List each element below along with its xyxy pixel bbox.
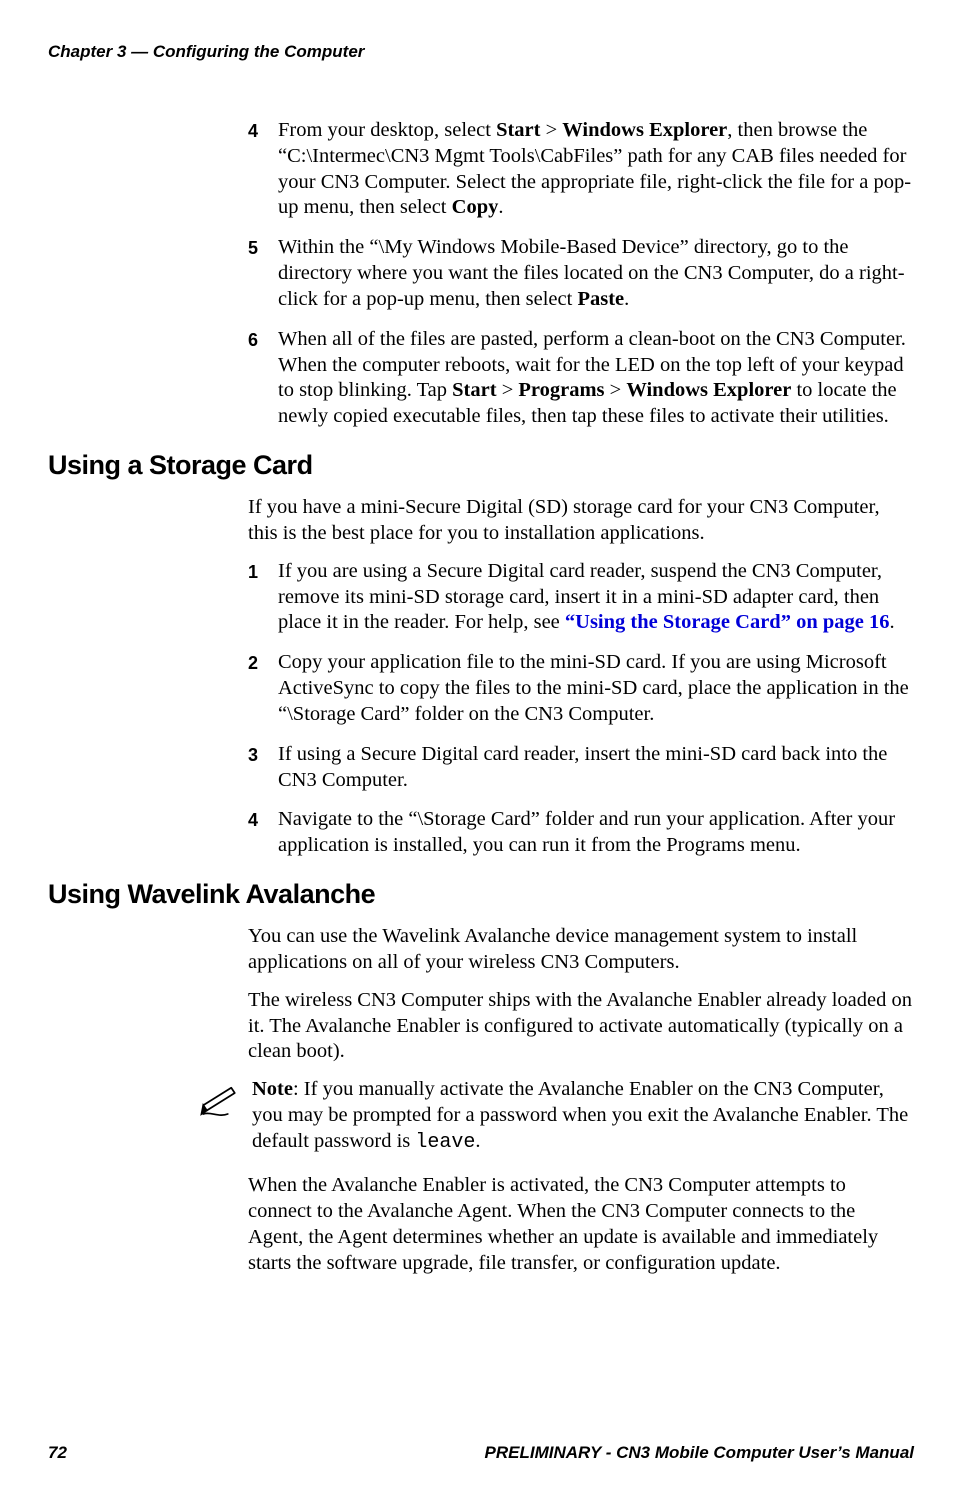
footer-doc-title: PRELIMINARY - CN3 Mobile Computer User’s… (485, 1443, 914, 1463)
step-number: 2 (248, 650, 258, 676)
bold-text: Windows Explorer (562, 119, 727, 141)
body-paragraph: You can use the Wavelink Avalanche devic… (248, 924, 914, 976)
step-number: 3 (248, 742, 258, 768)
running-header: Chapter 3 — Configuring the Computer (48, 42, 914, 62)
step-text: Navigate to the “\Storage Card” folder a… (278, 808, 895, 856)
heading-wavelink: Using Wavelink Avalanche (48, 879, 914, 910)
numbered-step: 2 Copy your application file to the mini-… (248, 650, 914, 727)
step-text: Copy your application file to the mini-S… (278, 651, 909, 725)
step-number: 4 (248, 807, 258, 833)
section2-body: You can use the Wavelink Avalanche devic… (248, 924, 914, 1065)
step-number: 1 (248, 559, 258, 585)
bold-text: Note (252, 1078, 293, 1100)
step-number: 4 (248, 118, 258, 144)
section1-intro: If you have a mini-Secure Digital (SD) s… (248, 495, 914, 547)
page-number: 72 (48, 1443, 67, 1463)
step-number: 5 (248, 235, 258, 261)
numbered-step: 5 Within the “\My Windows Mobile-Based De… (248, 235, 914, 312)
section2-after-note: When the Avalanche Enabler is activated,… (248, 1173, 914, 1276)
bold-text: Copy (452, 196, 499, 218)
bold-text: Start (496, 119, 540, 141)
step-text: If you are using a Secure Digital card r… (278, 560, 895, 634)
step-text: From your desktop, select Start > Window… (278, 119, 911, 218)
bold-text: Start (452, 379, 496, 401)
numbered-step: 3 If using a Secure Digital card reader, … (248, 742, 914, 794)
step-text: Within the “\My Windows Mobile-Based Dev… (278, 236, 905, 310)
body-column-top: 4 From your desktop, select Start > Windo… (248, 118, 914, 430)
after-note-para: When the Avalanche Enabler is activated,… (248, 1173, 914, 1276)
numbered-step: 1 If you are using a Secure Digital card … (248, 559, 914, 636)
cross-reference-link[interactable]: “Using the Storage Card” on page 16 (565, 611, 890, 633)
section1-body: If you have a mini-Secure Digital (SD) s… (248, 495, 914, 859)
bold-text: Paste (577, 288, 624, 310)
page: Chapter 3 — Configuring the Computer 4 Fr… (0, 0, 974, 1503)
note-icon (198, 1079, 240, 1121)
page-footer: 72 PRELIMINARY - CN3 Mobile Computer Use… (48, 1443, 914, 1463)
numbered-step: 4 From your desktop, select Start > Windo… (248, 118, 914, 221)
monospace-text: leave (415, 1131, 475, 1154)
numbered-step: 4 Navigate to the “\Storage Card” folder … (248, 807, 914, 859)
note-text: Note: If you manually activate the Avala… (252, 1077, 914, 1155)
step-text: If using a Secure Digital card reader, i… (278, 743, 887, 791)
body-paragraph: The wireless CN3 Computer ships with the… (248, 988, 914, 1065)
bold-text: Windows Explorer (626, 379, 791, 401)
bold-text: Programs (518, 379, 604, 401)
numbered-step: 6 When all of the files are pasted, perfo… (248, 327, 914, 430)
heading-storage-card: Using a Storage Card (48, 450, 914, 481)
step-text: When all of the files are pasted, perfor… (278, 328, 906, 427)
step-number: 6 (248, 327, 258, 353)
note-row: Note: If you manually activate the Avala… (198, 1077, 914, 1155)
